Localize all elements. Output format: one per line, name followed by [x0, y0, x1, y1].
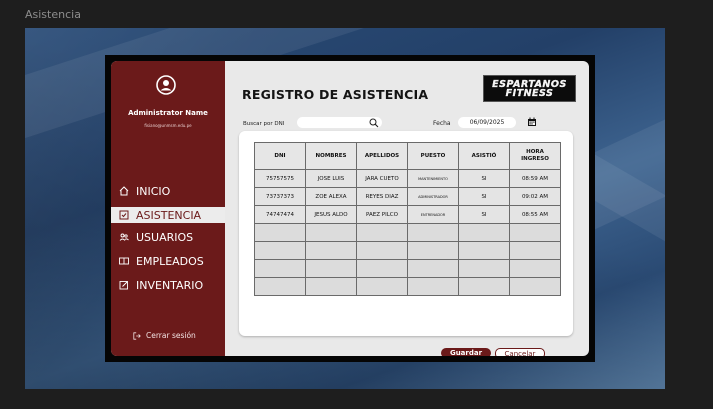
empty-table-row: [254, 241, 561, 260]
column-header: NOMBRES: [305, 142, 357, 170]
attendance-table: DNI NOMBRES APELLIDOS PUESTO ASISTIÓ HOR…: [254, 142, 561, 296]
table-cell: MANTENIMIENTO: [407, 169, 459, 188]
sidebar-item-inicio[interactable]: INICIO: [111, 183, 225, 199]
table-cell: 08:59 AM: [509, 169, 561, 188]
column-header: PUESTO: [407, 142, 459, 170]
logout-icon: [133, 331, 141, 340]
empty-table-row: [254, 223, 561, 242]
sidebar-item-label: EMPLEADOS: [136, 254, 204, 268]
calendar-icon[interactable]: [527, 117, 537, 127]
table-row[interactable]: 75757575 JOSE LUIS JARA CUETO MANTENIMIE…: [254, 169, 561, 188]
admin-email: fisiano@unmsm.edu.pe: [144, 123, 192, 128]
sidebar-item-empleados[interactable]: EMPLEADOS: [111, 253, 225, 269]
column-header: DNI: [254, 142, 306, 170]
table-cell: REYES DIAZ: [356, 187, 408, 206]
table-cell: PAEZ PILCO: [356, 205, 408, 224]
sidebar: Administrator Name fisiano@unmsm.edu.pe …: [111, 61, 225, 356]
table-cell: 74747474: [254, 205, 306, 224]
date-field[interactable]: 06/09/2025: [458, 117, 516, 128]
logo-line-2: FITNESS: [505, 87, 554, 99]
table-cell: JARA CUETO: [356, 169, 408, 188]
app-window: Administrator Name fisiano@unmsm.edu.pe …: [111, 61, 589, 356]
user-avatar-icon: [156, 75, 176, 95]
column-header: ASISTIÓ: [458, 142, 510, 170]
sidebar-item-label: USUARIOS: [136, 230, 194, 244]
empty-table-row: [254, 259, 561, 278]
table-cell: JESUS ALDO: [305, 205, 357, 224]
table-cell: ENTRENADOR: [407, 205, 459, 224]
table-cell: SI: [458, 169, 510, 188]
empty-table-row: [254, 277, 561, 296]
table-cell: ADMINISTRADOR: [407, 187, 459, 206]
sidebar-item-label: INVENTARIO: [136, 278, 204, 292]
table-row[interactable]: 73737373 ZOE ALEXA REYES DIAZ ADMINISTRA…: [254, 187, 561, 206]
cancel-button[interactable]: Cancelar: [495, 348, 545, 356]
desktop-background: Administrator Name fisiano@unmsm.edu.pe …: [25, 28, 665, 389]
id-card-icon: [119, 256, 129, 266]
table-cell: 09:02 AM: [509, 187, 561, 206]
column-header: HORA INGRESO: [509, 142, 561, 170]
date-label: Fecha: [433, 120, 451, 127]
sidebar-item-usuarios[interactable]: USUARIOS: [111, 229, 225, 245]
sidebar-item-label: INICIO: [136, 184, 171, 198]
users-icon: [119, 232, 129, 242]
save-button[interactable]: Guardar: [441, 348, 491, 356]
table-row[interactable]: 74747474 JESUS ALDO PAEZ PILCO ENTRENADO…: [254, 205, 561, 224]
logout-button[interactable]: Cerrar sesión: [133, 331, 196, 340]
table-header-row: DNI NOMBRES APELLIDOS PUESTO ASISTIÓ HOR…: [254, 142, 561, 170]
sidebar-item-asistencia[interactable]: ASISTENCIA: [111, 207, 225, 223]
search-label: Buscar por DNI: [243, 121, 285, 127]
table-cell: JOSE LUIS: [305, 169, 357, 188]
sidebar-item-inventario[interactable]: INVENTARIO: [111, 277, 225, 293]
table-cell: ZOE ALEXA: [305, 187, 357, 206]
sidebar-item-label: ASISTENCIA: [136, 208, 202, 222]
table-cell: 75757575: [254, 169, 306, 188]
checkbox-icon: [119, 210, 129, 220]
edit-icon: [119, 280, 129, 290]
brand-logo: ESPARTANOS FITNESS: [483, 75, 576, 102]
logout-label: Cerrar sesión: [146, 331, 196, 340]
table-cell: 08:55 AM: [509, 205, 561, 224]
admin-name: Administrator Name: [128, 109, 208, 117]
column-header: APELLIDOS: [356, 142, 408, 170]
home-icon: [119, 186, 129, 196]
table-cell: 73737373: [254, 187, 306, 206]
table-cell: SI: [458, 187, 510, 206]
page-title: REGISTRO DE ASISTENCIA: [242, 87, 429, 102]
attendance-card: DNI NOMBRES APELLIDOS PUESTO ASISTIÓ HOR…: [239, 131, 573, 336]
frame-label: Asistencia: [25, 8, 81, 21]
table-cell: SI: [458, 205, 510, 224]
search-icon[interactable]: [369, 118, 379, 128]
